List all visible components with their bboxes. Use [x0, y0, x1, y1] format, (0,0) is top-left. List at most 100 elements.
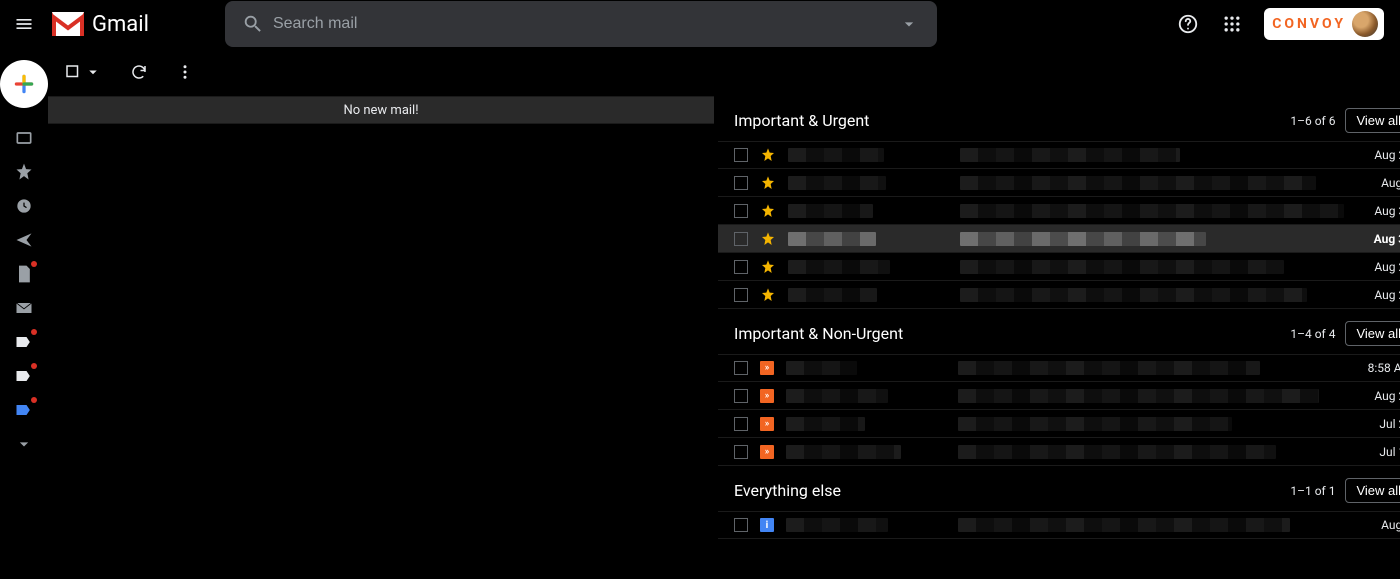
row-checkbox[interactable] — [734, 176, 748, 190]
mail-icon[interactable] — [12, 296, 36, 320]
section-count: 1–4 of 4 — [1290, 327, 1335, 341]
row-sender — [788, 176, 948, 190]
row-sender — [786, 518, 946, 532]
section-title: Important & Non-Urgent — [734, 324, 903, 343]
product-name: Gmail — [92, 12, 149, 37]
mail-row[interactable]: Aug 28 — [718, 141, 1400, 169]
mail-row[interactable]: Aug 30 — [718, 225, 1400, 253]
sections-pane: Important & Urgent 1–6 of 6 View all Aug 28… — [718, 96, 1400, 579]
mail-row[interactable]: i Aug 5 — [718, 511, 1400, 539]
star-icon[interactable] — [760, 259, 776, 275]
primary-pane: No new mail! — [48, 96, 718, 579]
row-checkbox[interactable] — [734, 518, 748, 532]
star-icon[interactable] — [760, 287, 776, 303]
row-subject — [960, 288, 1344, 302]
row-date: Jul 17 — [1356, 445, 1400, 459]
section-header: Everything else 1–1 of 1 View all — [718, 466, 1400, 511]
section-count: 1–1 of 1 — [1290, 484, 1335, 498]
mail-row[interactable]: »Aug 22 — [718, 382, 1400, 410]
gmail-logo-icon — [52, 12, 84, 36]
row-subject — [958, 445, 1344, 459]
logo-area[interactable]: Gmail — [52, 12, 149, 37]
section-title: Everything else — [734, 481, 841, 500]
star-icon[interactable] — [760, 203, 776, 219]
app-header: Gmail CONVOY — [0, 0, 1400, 48]
row-date: Aug 9 — [1356, 176, 1400, 190]
row-sender — [788, 148, 948, 162]
mail-row[interactable]: » Jul 29 — [718, 410, 1400, 438]
row-subject — [960, 260, 1344, 274]
view-all-button[interactable]: View all — [1345, 478, 1400, 503]
help-icon[interactable] — [1176, 12, 1200, 36]
sent-icon[interactable] — [12, 228, 36, 252]
row-checkbox[interactable] — [734, 260, 748, 274]
section-title: Important & Urgent — [734, 111, 869, 130]
label-1-icon[interactable] — [12, 330, 36, 354]
row-subject — [958, 389, 1344, 403]
expand-more-icon[interactable] — [12, 432, 36, 456]
row-checkbox[interactable] — [734, 389, 748, 403]
row-sender — [786, 361, 946, 375]
more-options-icon[interactable] — [176, 63, 194, 81]
row-subject — [958, 518, 1344, 532]
row-checkbox[interactable] — [734, 417, 748, 431]
mail-row[interactable]: Aug 26 — [718, 253, 1400, 281]
menu-icon[interactable] — [12, 12, 36, 36]
star-icon[interactable] — [760, 175, 776, 191]
row-subject — [960, 148, 1344, 162]
row-sender — [788, 288, 948, 302]
row-sender — [788, 232, 948, 246]
select-all-checkbox[interactable] — [64, 63, 102, 81]
search-options-icon[interactable] — [889, 14, 929, 34]
row-checkbox[interactable] — [734, 288, 748, 302]
row-sender — [788, 204, 948, 218]
row-subject — [958, 417, 1344, 431]
important-marker-icon[interactable]: » — [760, 417, 774, 431]
refresh-icon[interactable] — [130, 63, 148, 81]
star-icon[interactable] — [760, 231, 776, 247]
content: No new mail! Important & Urgent 1–6 of 6 V… — [48, 48, 1400, 579]
mail-row[interactable]: » Jul 17 — [718, 438, 1400, 466]
sidebar — [0, 48, 48, 579]
important-marker-icon[interactable]: » — [760, 361, 774, 375]
compose-button[interactable] — [0, 60, 48, 108]
search-icon[interactable] — [233, 13, 273, 35]
inbox-icon[interactable] — [12, 126, 36, 150]
row-subject — [960, 232, 1344, 246]
row-sender — [786, 445, 946, 459]
header-right: CONVOY — [1176, 8, 1392, 40]
row-sender — [786, 389, 946, 403]
row-checkbox[interactable] — [734, 148, 748, 162]
star-icon[interactable] — [760, 147, 776, 163]
search-bar[interactable] — [225, 1, 937, 47]
mail-row[interactable]: » 8:58 AM — [718, 354, 1400, 382]
search-input[interactable] — [273, 15, 889, 33]
row-date: 8:58 AM — [1356, 361, 1400, 375]
apps-grid-icon[interactable] — [1220, 12, 1244, 36]
mail-row[interactable]: Aug 26 — [718, 281, 1400, 309]
toolbar — [48, 48, 1400, 96]
important-marker-icon[interactable]: » — [760, 445, 774, 459]
info-marker-icon[interactable]: i — [760, 518, 774, 532]
mail-row[interactable]: Aug 9 — [718, 169, 1400, 197]
view-all-button[interactable]: View all — [1345, 108, 1400, 133]
row-date: Aug 5 — [1356, 518, 1400, 532]
row-checkbox[interactable] — [734, 232, 748, 246]
row-sender — [788, 260, 948, 274]
account-chip[interactable]: CONVOY — [1264, 8, 1384, 40]
row-checkbox[interactable] — [734, 445, 748, 459]
important-marker-icon[interactable]: » — [760, 389, 774, 403]
row-checkbox[interactable] — [734, 204, 748, 218]
row-checkbox[interactable] — [734, 361, 748, 375]
row-date: Aug 26 — [1356, 260, 1400, 274]
view-all-button[interactable]: View all — [1345, 321, 1400, 346]
starred-icon[interactable] — [12, 160, 36, 184]
row-date: Aug 28 — [1356, 148, 1400, 162]
mail-row[interactable]: Aug 30 — [718, 197, 1400, 225]
row-date: Jul 29 — [1356, 417, 1400, 431]
section-count: 1–6 of 6 — [1290, 114, 1335, 128]
snoozed-icon[interactable] — [12, 194, 36, 218]
label-2-icon[interactable] — [12, 364, 36, 388]
drafts-icon[interactable] — [12, 262, 36, 286]
label-3-icon[interactable] — [12, 398, 36, 422]
